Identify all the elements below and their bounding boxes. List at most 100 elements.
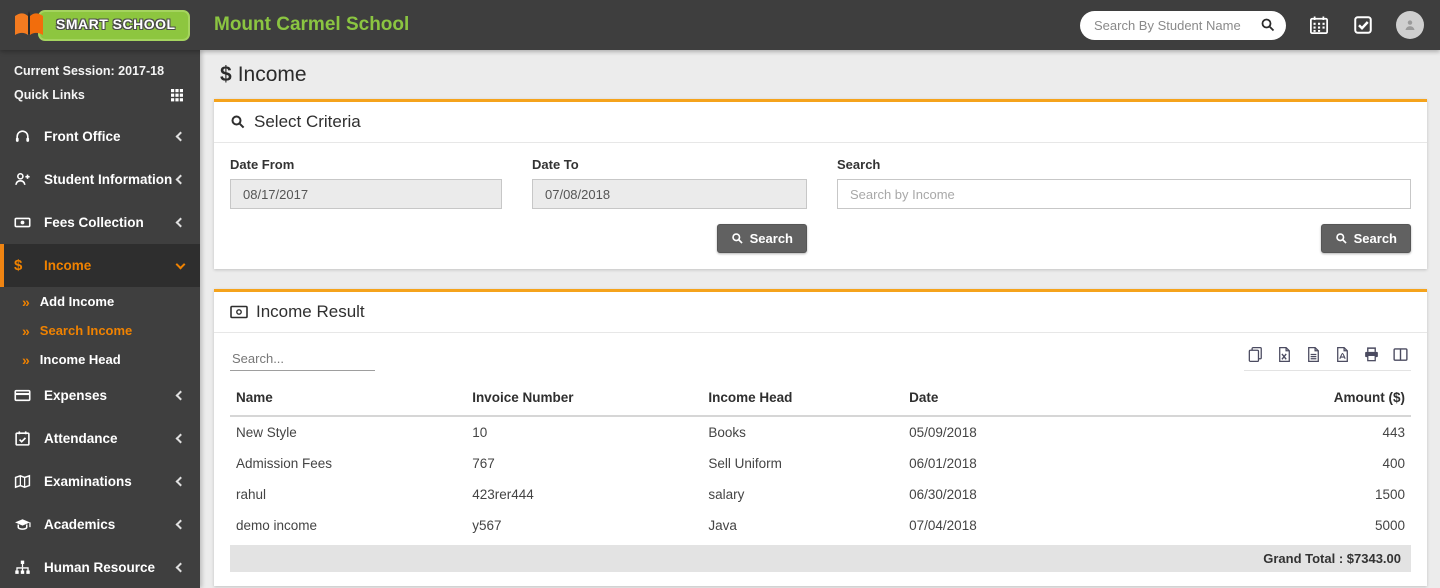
app-window: SMART SCHOOL Mount Carmel School Search …	[0, 0, 1440, 588]
keyword-search-button[interactable]: Search	[1320, 224, 1411, 253]
student-search-box[interactable]	[1080, 10, 1286, 40]
dollar-icon: $	[14, 257, 23, 274]
income-search-field: Search	[837, 157, 1411, 209]
session-block: Current Session: 2017-18 Quick Links	[0, 50, 200, 115]
smart-school-logo: SMART SCHOOL	[12, 9, 190, 41]
table-cell: 1500	[1374, 487, 1405, 502]
column-header-invoice-number[interactable]: Invoice Number	[466, 381, 703, 417]
table-cell: 06/30/2018	[909, 487, 977, 502]
chevron-down-icon	[175, 259, 186, 269]
column-header-amount[interactable]: Amount ($)	[1198, 381, 1411, 417]
chevron-left-icon	[175, 476, 186, 487]
sidebar-item-human-resource[interactable]: Human Resource	[0, 546, 200, 588]
sidebar-item-student-information[interactable]: Student Information	[0, 158, 200, 201]
table-cell: Java	[708, 518, 737, 533]
graduation-cap-icon	[14, 517, 32, 533]
double-arrow-icon: »	[22, 293, 30, 310]
income-table: Name Invoice Number Income Head Date Amo…	[230, 381, 1411, 541]
table-cell: 05/09/2018	[909, 425, 977, 440]
page-title: $ Income	[200, 50, 1440, 99]
sidebar-subitem-label: Search Income	[39, 323, 133, 338]
excel-export-icon[interactable]	[1275, 345, 1293, 363]
search-icon[interactable]	[1260, 17, 1276, 33]
brand-pill: SMART SCHOOL	[38, 9, 190, 41]
chevron-left-icon	[175, 217, 186, 228]
main-content: $Income Select Criteria Date From Date T…	[200, 50, 1440, 588]
double-arrow-icon: »	[22, 351, 30, 368]
sidebar-item-fees-collection[interactable]: Fees Collection	[0, 201, 200, 244]
table-cell: 07/04/2018	[909, 518, 977, 533]
student-search-input[interactable]	[1094, 17, 1260, 33]
print-icon[interactable]	[1362, 345, 1380, 363]
sidebar-subitem-search-income[interactable]: » Search Income	[0, 316, 200, 345]
date-from-input[interactable]	[230, 179, 502, 209]
sidebar-item-academics[interactable]: Academics	[0, 503, 200, 546]
table-cell: Admission Fees	[236, 456, 333, 471]
brand-box[interactable]: SMART SCHOOL	[0, 9, 200, 41]
sidebar-item-label: Attendance	[44, 431, 118, 446]
sidebar-item-expenses[interactable]: Expenses	[0, 374, 200, 417]
income-table-body: New Style 10 Books 05/09/2018 443 Admission F…	[230, 416, 1411, 541]
quick-links-grid-icon[interactable]	[171, 88, 186, 102]
calendar-check-icon	[14, 431, 32, 447]
table-cell: demo income	[236, 518, 318, 533]
table-cell: rahul	[236, 487, 267, 502]
double-arrow-icon: »	[22, 322, 30, 339]
sidebar-subitem-label: Add Income	[39, 294, 115, 309]
sidebar-item-front-office[interactable]: Front Office	[0, 115, 200, 158]
select-criteria-header: Select Criteria	[214, 102, 1427, 143]
csv-export-icon[interactable]	[1304, 345, 1322, 363]
top-header: SMART SCHOOL Mount Carmel School	[0, 0, 1440, 50]
sidebar-subitem-add-income[interactable]: » Add Income	[0, 287, 200, 316]
income-result-header: Income Result	[214, 292, 1427, 333]
column-header-date[interactable]: Date	[903, 381, 1199, 417]
table-cell: 400	[1382, 456, 1405, 471]
chevron-left-icon	[175, 519, 186, 530]
sidebar-item-income[interactable]: $ Income	[0, 244, 200, 287]
table-row: demo income y567 Java 07/04/2018 5000	[230, 510, 1411, 541]
table-search-input[interactable]	[230, 347, 375, 371]
calendar-icon[interactable]	[1308, 14, 1330, 36]
sidebar-item-attendance[interactable]: Attendance	[0, 417, 200, 460]
sidebar-item-label: Examinations	[44, 474, 132, 489]
pdf-export-icon[interactable]	[1333, 345, 1351, 363]
sidebar-item-label: Income	[44, 258, 92, 273]
sidebar-item-label: Front Office	[44, 129, 121, 144]
table-toolbar	[230, 345, 1411, 371]
table-cell: 423rer444	[472, 487, 534, 502]
sidebar-item-label: Expenses	[44, 388, 108, 403]
date-to-label: Date To	[532, 157, 579, 172]
column-header-income-head[interactable]: Income Head	[702, 381, 904, 417]
sidebar-item-label: Student Information	[44, 172, 173, 187]
search-icon	[230, 114, 246, 130]
user-avatar[interactable]	[1396, 11, 1424, 39]
date-to-input[interactable]	[532, 179, 807, 209]
sidebar-item-examinations[interactable]: Examinations	[0, 460, 200, 503]
column-visibility-icon[interactable]	[1391, 345, 1409, 363]
student-plus-icon	[14, 172, 32, 188]
headset-icon	[14, 129, 32, 145]
sidebar-subitem-income-head[interactable]: » Income Head	[0, 345, 200, 374]
table-cell: Books	[708, 425, 746, 440]
page-title-text: Income	[237, 63, 307, 86]
dollar-icon: $	[220, 63, 232, 86]
copy-export-icon[interactable]	[1246, 345, 1264, 363]
table-row: rahul 423rer444 salary 06/30/2018 1500	[230, 479, 1411, 510]
map-book-icon	[14, 474, 32, 490]
sidebar-item-label: Academics	[44, 517, 116, 532]
table-header-row: Name Invoice Number Income Head Date Amo…	[230, 381, 1411, 417]
topbar-actions	[1080, 10, 1440, 40]
table-cell: 443	[1382, 425, 1405, 440]
date-search-button[interactable]: Search	[716, 224, 807, 253]
sidebar: Current Session: 2017-18 Quick Links Fro…	[0, 50, 200, 588]
chevron-left-icon	[175, 174, 186, 185]
table-cell: 767	[472, 456, 495, 471]
select-criteria-title: Select Criteria	[254, 112, 361, 131]
chevron-left-icon	[175, 390, 186, 401]
column-header-name[interactable]: Name	[230, 381, 467, 417]
tasks-icon[interactable]	[1352, 14, 1374, 36]
results-body: Name Invoice Number Income Head Date Amo…	[214, 333, 1427, 586]
income-search-input[interactable]	[837, 179, 1411, 209]
table-cell: y567	[472, 518, 502, 533]
income-result-panel: Income Result Search... Name Invoice Num…	[214, 289, 1427, 586]
